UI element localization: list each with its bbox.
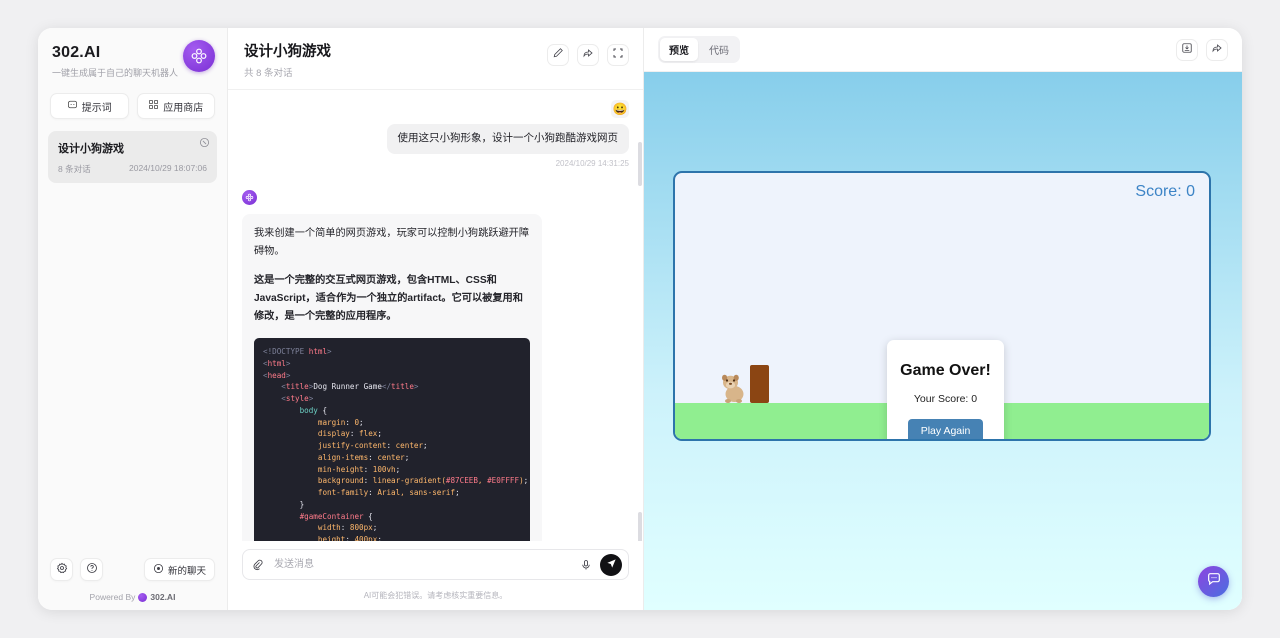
preview-share-button[interactable]: [1206, 38, 1228, 61]
chat-bubble-icon: [1206, 571, 1222, 592]
game-over-dialog: Game Over! Your Score: 0 Play Again: [887, 340, 1004, 439]
user-message: 😀 使用这只小狗形象，设计一个小狗跑酷游戏网页 2024/10/29 14:31…: [242, 100, 629, 168]
assistant-avatar-icon: [242, 189, 257, 205]
user-avatar: 😀: [611, 100, 629, 118]
edit-button[interactable]: [547, 44, 569, 66]
preview-tabs: 预览 代码: [658, 36, 740, 63]
appstore-icon: [148, 99, 159, 113]
sidebar-footer: 新的聊天 Powered By 302.AI: [38, 558, 227, 610]
preview-actions: [1176, 38, 1228, 61]
share-icon: [582, 46, 594, 64]
app-window: 302.AI 一键生成属于自己的聊天机器人 提示词 应用商店 设计小狗游戏 8 …: [38, 28, 1242, 610]
chat-panel: 设计小狗游戏 共 8 条对话 😀 使用这只小狗形象，设计一个小狗跑酷游戏网页 2…: [228, 28, 644, 610]
prompt-icon: [67, 99, 78, 113]
expand-icon: [612, 46, 624, 64]
assistant-message-bubble: 我来创建一个简单的网页游戏，玩家可以控制小狗跳跃避开障碍物。 这是一个完整的交互…: [242, 213, 542, 541]
tab-preview[interactable]: 预览: [660, 38, 698, 61]
expand-button[interactable]: [607, 44, 629, 66]
paperclip-icon[interactable]: [252, 559, 264, 571]
preview-stage: Score: 0 Game Over! Your Score: 0 Play A…: [644, 72, 1242, 610]
conversation-count: 8 条对话: [58, 164, 91, 174]
assistant-paragraph-2: 这是一个完整的交互式网页游戏，包含HTML、CSS和JavaScript，适合作…: [254, 275, 523, 323]
powered-brand-label: 302.AI: [150, 592, 176, 602]
message-composer: AI可能会犯错误。请考虑核实重要信息。: [228, 541, 643, 610]
appstore-label: 应用商店: [163, 102, 204, 114]
user-message-timestamp: 2024/10/29 14:31:25: [555, 158, 629, 168]
game-container[interactable]: Score: 0 Game Over! Your Score: 0 Play A…: [673, 171, 1211, 441]
conversation-item[interactable]: 设计小狗游戏 8 条对话 2024/10/29 18:07:06: [48, 131, 217, 183]
powered-by: Powered By 302.AI: [50, 592, 215, 602]
share-icon: [1211, 41, 1223, 59]
code-block[interactable]: <!DOCTYPE html> <html> <head> <title>Dog…: [254, 337, 530, 541]
chat-header-actions: [547, 44, 629, 66]
send-icon: [606, 556, 617, 574]
message-input[interactable]: [272, 558, 572, 571]
conversation-list: 设计小狗游戏 8 条对话 2024/10/29 18:07:06: [38, 119, 227, 558]
edit-icon: [552, 46, 564, 64]
preview-panel: 预览 代码 Score: 0 Game Over! Your Score: 0 …: [644, 28, 1242, 610]
assistant-paragraph-1: 我来创建一个简单的网页游戏，玩家可以控制小狗跳跃避开障碍物。: [254, 227, 530, 257]
game-over-score: Your Score: 0: [913, 393, 978, 405]
play-again-button[interactable]: Play Again: [907, 419, 984, 439]
brand-logo-icon: [183, 40, 215, 72]
chat-subtitle: 共 8 条对话: [244, 68, 293, 79]
brand-block: 302.AI 一键生成属于自己的聊天机器人: [38, 28, 227, 83]
help-button[interactable]: [80, 558, 103, 581]
chat-header: 设计小狗游戏 共 8 条对话: [228, 28, 643, 90]
composer-box: [242, 549, 629, 580]
chat-bubble-button[interactable]: [1198, 566, 1229, 597]
conversation-title: 设计小狗游戏: [58, 143, 124, 155]
download-button[interactable]: [1176, 38, 1198, 61]
chat-messages: 😀 使用这只小狗形象，设计一个小狗跑酷游戏网页 2024/10/29 14:31…: [228, 90, 643, 541]
game-over-title: Game Over!: [900, 362, 991, 379]
chat-scrollbar[interactable]: [638, 112, 642, 541]
plus-circle-icon: [153, 563, 164, 577]
download-icon: [1181, 41, 1193, 59]
tab-code[interactable]: 代码: [700, 38, 738, 61]
sidebar-footer-row: 新的聊天: [50, 558, 215, 581]
new-chat-button[interactable]: 新的聊天: [143, 558, 215, 581]
settings-button[interactable]: [50, 558, 73, 581]
user-message-text: 使用这只小狗形象，设计一个小狗跑酷游戏网页: [386, 124, 629, 154]
appstore-button[interactable]: 应用商店: [136, 93, 215, 119]
prompts-button[interactable]: 提示词: [50, 93, 129, 119]
brand-dot-icon: [138, 592, 148, 602]
preview-header: 预览 代码: [644, 28, 1242, 72]
ai-disclaimer: AI可能会犯错误。请考虑核实重要信息。: [363, 591, 508, 600]
obstacle: [750, 365, 769, 403]
gear-icon: [56, 561, 68, 579]
close-icon[interactable]: [199, 137, 210, 148]
conversation-time: 2024/10/29 18:07:06: [129, 163, 207, 173]
sidebar: 302.AI 一键生成属于自己的聊天机器人 提示词 应用商店 设计小狗游戏 8 …: [38, 28, 228, 610]
microphone-icon[interactable]: [580, 559, 592, 571]
powered-by-label: Powered By: [89, 592, 136, 602]
sidebar-action-buttons: 提示词 应用商店: [38, 83, 227, 119]
new-chat-label: 新的聊天: [167, 565, 206, 577]
question-icon: [86, 561, 98, 579]
conversation-meta: 8 条对话 2024/10/29 18:07:06: [58, 163, 207, 175]
score-display: Score: 0: [1135, 183, 1195, 200]
share-button[interactable]: [577, 44, 599, 66]
prompts-label: 提示词: [81, 102, 112, 114]
dog-sprite: [720, 373, 749, 403]
assistant-message: 我来创建一个简单的网页游戏，玩家可以控制小狗跳跃避开障碍物。 这是一个完整的交互…: [242, 189, 629, 541]
send-button[interactable]: [600, 553, 622, 576]
